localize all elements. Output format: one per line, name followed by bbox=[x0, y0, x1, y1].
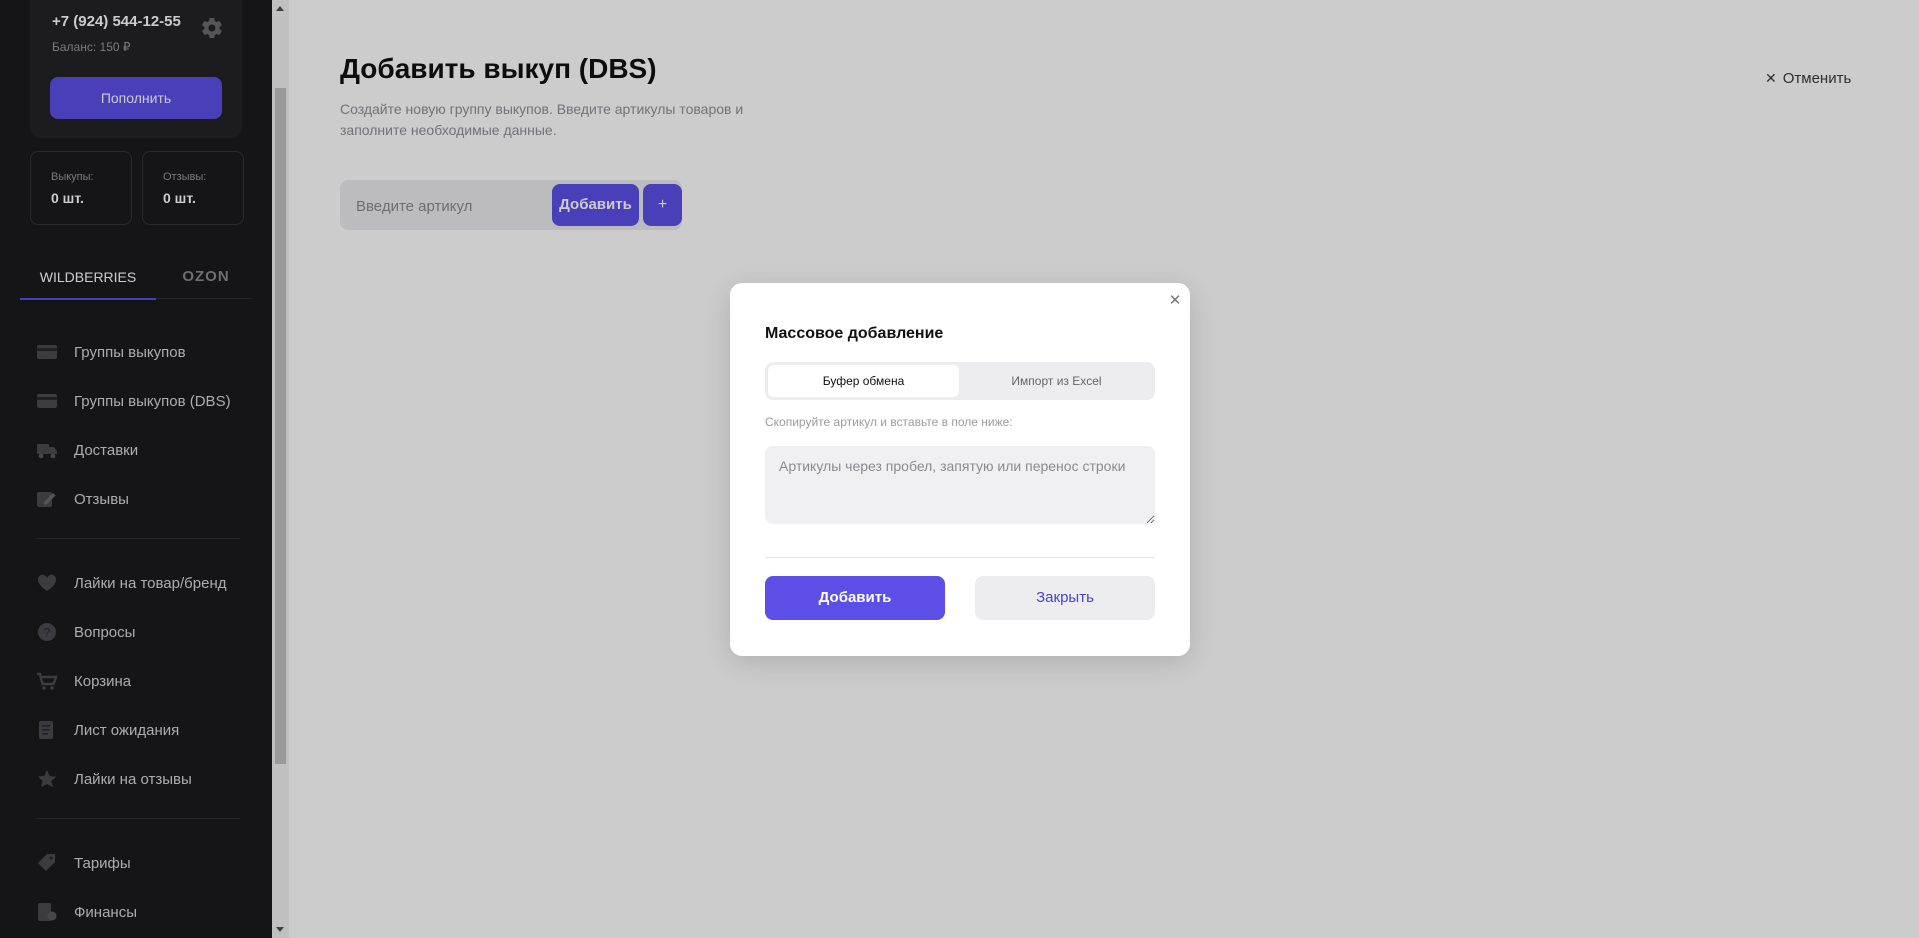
modal-title: Массовое добавление bbox=[765, 325, 944, 342]
modal-add-button[interactable]: Добавить bbox=[765, 576, 945, 620]
source-tabs: Буфер обмена Импорт из Excel bbox=[765, 362, 1155, 400]
modal-close-button[interactable]: Закрыть bbox=[975, 576, 1155, 620]
paste-hint: Скопируйте артикул и вставьте в поле ниж… bbox=[765, 415, 1013, 429]
close-icon[interactable]: ✕ bbox=[1167, 293, 1183, 309]
tab-clipboard[interactable]: Буфер обмена bbox=[768, 365, 959, 397]
articles-textarea[interactable] bbox=[765, 446, 1155, 524]
tab-excel-import[interactable]: Импорт из Excel bbox=[961, 365, 1152, 397]
bulk-add-modal: ✕ Массовое добавление Буфер обмена Импор… bbox=[730, 283, 1190, 656]
modal-divider bbox=[765, 557, 1155, 558]
